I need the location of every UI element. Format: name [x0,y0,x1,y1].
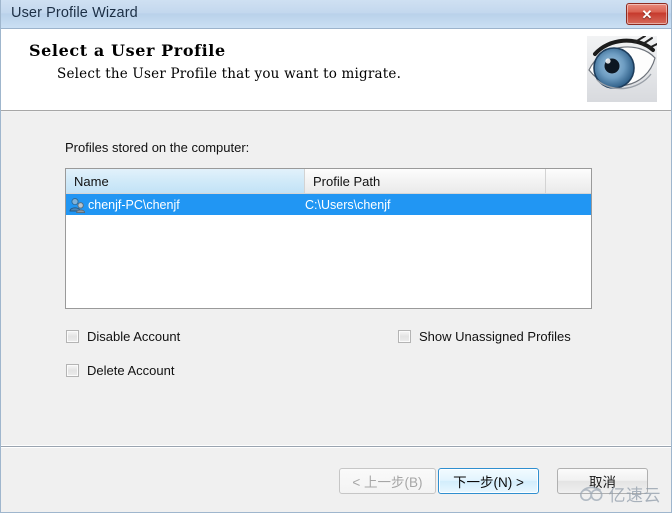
cancel-button[interactable]: 取消 [557,468,648,494]
checkbox-disable-account[interactable]: Disable Account [66,329,180,344]
title-bar: User Profile Wizard ✕ [1,0,671,29]
checkbox-label: Disable Account [87,329,181,344]
close-icon: ✕ [641,6,653,22]
checkbox-box-icon [66,364,79,377]
user-account-icon [66,194,88,215]
checkbox-label: Delete Account [87,363,175,378]
table-row[interactable]: chenjf-PC\chenjf C:\Users\chenjf [66,194,591,215]
checkbox-label: Show Unassigned Profiles [419,329,571,344]
close-button[interactable]: ✕ [626,3,668,25]
list-header-row: Name Profile Path [66,169,591,194]
column-header-profile-path[interactable]: Profile Path [305,169,546,193]
page-subtitle: Select the User Profile that you want to… [57,66,402,82]
user-profile-wizard-window: User Profile Wizard ✕ Select a User Prof… [0,0,672,513]
next-button[interactable]: 下一步(N) > [438,468,539,494]
checkbox-box-icon [66,330,79,343]
checkbox-delete-account[interactable]: Delete Account [66,363,174,378]
profiles-list-label: Profiles stored on the computer: [65,140,250,155]
checkbox-show-unassigned-profiles[interactable]: Show Unassigned Profiles [398,329,571,344]
list-rows: chenjf-PC\chenjf C:\Users\chenjf [66,194,591,308]
column-header-extra[interactable] [546,169,591,193]
window-title: User Profile Wizard [11,5,138,21]
profiles-list-view[interactable]: Name Profile Path chenjf-PC\chenjf C:\Us… [65,168,592,309]
cell-name: chenjf-PC\chenjf [88,197,180,212]
column-header-name[interactable]: Name [66,169,305,193]
eye-graphic [587,36,657,102]
page-title: Select a User Profile [29,41,226,60]
back-button[interactable]: < 上一步(B) [339,468,436,494]
cell-profile-path: C:\Users\chenjf [305,197,391,212]
checkbox-box-icon [398,330,411,343]
